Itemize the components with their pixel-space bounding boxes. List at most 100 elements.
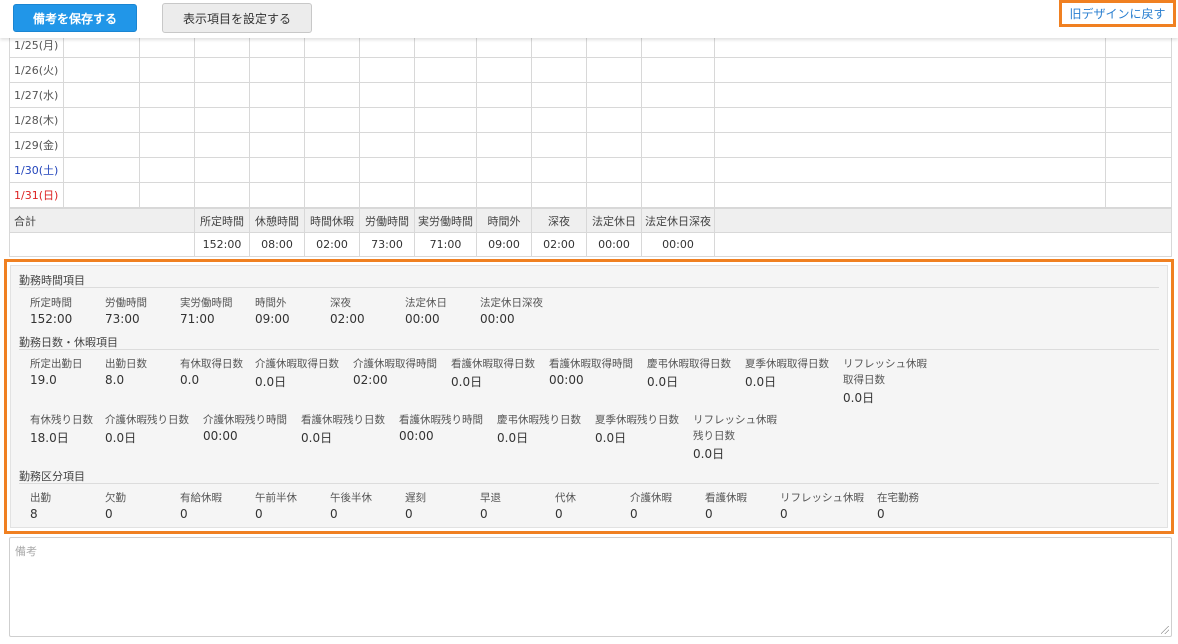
summary-item: リフレッシュ休暇 残り日数 0.0日	[693, 412, 777, 462]
summary-item: 欠勤 0	[105, 490, 126, 521]
summary-item-label: 有休残り日数	[30, 414, 93, 426]
summary-item: 有休残り日数 18.0日	[30, 412, 93, 446]
summary-item: 早退 0	[480, 490, 501, 521]
summary-item: リフレッシュ休暇 取得日数 0.0日	[843, 356, 927, 406]
totals-value: 02:00	[531, 232, 587, 257]
summary-item: 午後半休 0	[330, 490, 372, 521]
display-settings-button[interactable]: 表示項目を設定する	[162, 3, 312, 33]
day-cell	[249, 107, 305, 133]
summary-item: リフレッシュ休暇 0	[780, 490, 864, 521]
summary-item-value: 0	[630, 507, 638, 521]
summary-item-label: 介護休暇残り日数	[105, 414, 189, 426]
day-cell	[641, 57, 715, 83]
summary-item-label: 実労働時間	[180, 297, 233, 309]
save-remarks-button[interactable]: 備考を保存する	[13, 4, 137, 32]
divider	[19, 483, 1159, 484]
summary-item: 在宅勤務 0	[877, 490, 919, 521]
day-cell	[194, 82, 250, 108]
summary-item-value: 0.0日	[255, 375, 287, 389]
summary-item-value: 0.0日	[105, 431, 137, 445]
summary-item: 有給休暇 0	[180, 490, 222, 521]
summary-item: 有休取得日数 0.0	[180, 356, 243, 387]
summary-item: 看護休暇残り時間 00:00	[399, 412, 483, 443]
summary-item-label: 看護休暇取得時間	[549, 358, 633, 370]
day-cell	[714, 132, 1106, 158]
remarks-box	[9, 537, 1172, 637]
day-cell	[1105, 182, 1172, 208]
summary-item-value: 18.0日	[30, 431, 69, 445]
summary-item: 介護休暇取得日数 0.0日	[255, 356, 339, 390]
day-cell	[194, 57, 250, 83]
day-cell	[641, 82, 715, 108]
summary-item-value: 0	[555, 507, 563, 521]
summary-item-value: 0.0日	[843, 391, 875, 405]
day-cell	[194, 107, 250, 133]
day-row: 1/27(水)	[9, 82, 1172, 108]
day-row: 1/28(木)	[9, 107, 1172, 133]
summary-item-label: 法定休日	[405, 297, 447, 309]
day-cell	[359, 107, 415, 133]
day-cell	[641, 182, 715, 208]
day-cell	[63, 57, 140, 83]
day-cell	[359, 157, 415, 183]
summary-item: 夏季休暇取得日数 0.0日	[745, 356, 829, 390]
summary-item: 時間外 09:00	[255, 295, 290, 326]
totals-header: 労働時間	[359, 208, 415, 233]
category-section-title: 勤務区分項目	[19, 470, 85, 483]
summary-item-value: 0.0日	[745, 375, 777, 389]
totals-value: 00:00	[586, 232, 642, 257]
resize-handle-icon[interactable]	[1161, 626, 1169, 634]
day-cell	[139, 157, 195, 183]
day-cell	[714, 157, 1106, 183]
summary-item: 遅刻 0	[405, 490, 426, 521]
summary-item-label: 看護休暇残り時間	[399, 414, 483, 426]
day-date: 1/30(土)	[9, 157, 64, 183]
day-cell	[586, 157, 642, 183]
totals-header: 時間外	[476, 208, 532, 233]
summary-item-label: 介護休暇	[630, 492, 672, 504]
old-design-link[interactable]: 旧デザインに戻す	[1059, 0, 1176, 27]
day-cell	[476, 57, 532, 83]
day-cell	[304, 157, 360, 183]
day-cell	[139, 82, 195, 108]
summary-item: 介護休暇残り時間 00:00	[203, 412, 287, 443]
summary-item-label: 所定時間	[30, 297, 72, 309]
day-cell	[249, 82, 305, 108]
day-cell	[249, 182, 305, 208]
summary-item: 看護休暇残り日数 0.0日	[301, 412, 385, 446]
totals-value: 00:00	[641, 232, 715, 257]
day-cell	[63, 157, 140, 183]
day-cell	[139, 132, 195, 158]
day-cell	[63, 82, 140, 108]
day-cell	[304, 82, 360, 108]
day-cell	[531, 132, 587, 158]
day-cell	[414, 132, 477, 158]
totals-table: 合計 所定時間 休憩時間 時間休暇 労働時間 実労働時間 時間外 深夜 法定休日 法定休日深夜 …	[9, 208, 1172, 257]
day-cell	[414, 157, 477, 183]
day-cell	[531, 107, 587, 133]
day-cell	[714, 107, 1106, 133]
day-cell	[714, 57, 1106, 83]
summary-item-label: 遅刻	[405, 492, 426, 504]
day-date: 1/29(金)	[9, 132, 64, 158]
summary-item-label: 所定出勤日	[30, 358, 83, 370]
summary-item-label: リフレッシュ休暇	[780, 492, 864, 504]
summary-item-label: 看護休暇取得日数	[451, 358, 535, 370]
summary-item-label: 出勤	[30, 492, 51, 504]
day-cell	[194, 132, 250, 158]
day-cell	[641, 132, 715, 158]
summary-item: 介護休暇 0	[630, 490, 672, 521]
summary-item: 法定休日 00:00	[405, 295, 447, 326]
day-cell	[304, 107, 360, 133]
summary-item-value: 02:00	[353, 373, 388, 387]
remarks-textarea[interactable]	[10, 538, 1171, 636]
day-cell	[476, 107, 532, 133]
summary-item: 看護休暇取得時間 00:00	[549, 356, 633, 387]
summary-item-value: 0	[705, 507, 713, 521]
day-cell	[63, 182, 140, 208]
day-cell	[194, 182, 250, 208]
day-cell	[1105, 57, 1172, 83]
work-time-section-title: 勤務時間項目	[19, 274, 85, 287]
summary-item: 慶弔休暇残り日数 0.0日	[497, 412, 581, 446]
summary-item: 深夜 02:00	[330, 295, 365, 326]
